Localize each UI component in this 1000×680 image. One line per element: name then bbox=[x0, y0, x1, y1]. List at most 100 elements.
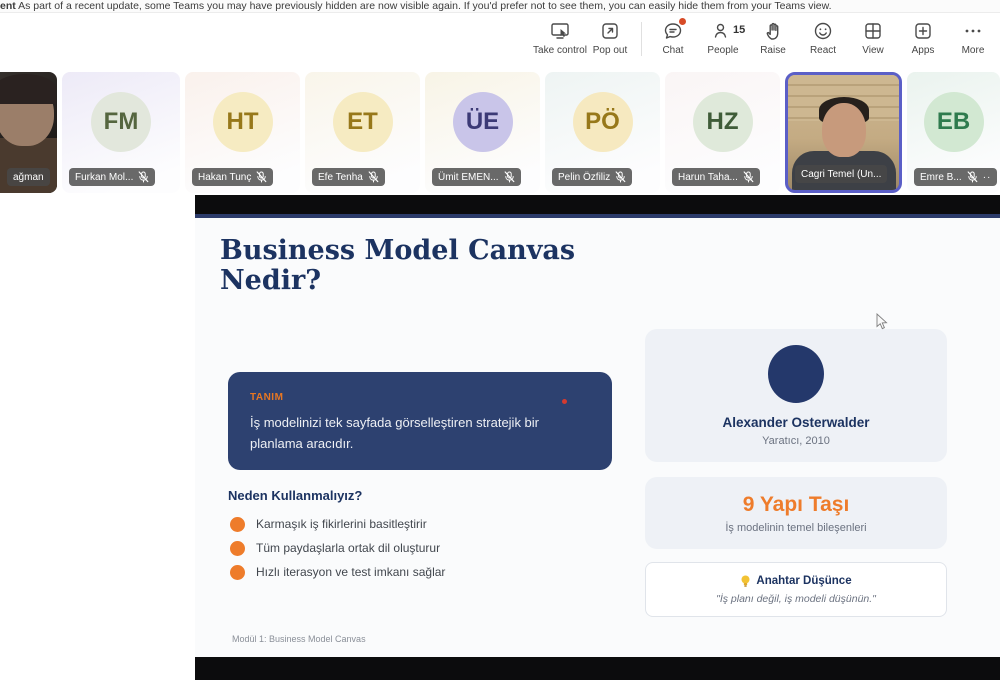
definition-label: TANIM bbox=[250, 392, 590, 403]
building-blocks-subtitle: İş modelinin temel bileşenleri bbox=[725, 522, 866, 534]
people-icon: 15 bbox=[712, 20, 734, 42]
participant-avatar: FM bbox=[91, 92, 151, 152]
participant-tile[interactable]: FM Furkan Mol... bbox=[62, 72, 180, 193]
toolbar-label: Pop out bbox=[593, 45, 627, 56]
participant-name: Hakan Tunç bbox=[198, 172, 251, 183]
raise-hand-icon bbox=[762, 20, 784, 42]
participant-name-pill: Cagri Temel (Un... bbox=[795, 165, 887, 183]
more-icon bbox=[962, 20, 984, 42]
toolbar-label: Apps bbox=[912, 45, 935, 56]
bullet-dot bbox=[230, 517, 245, 532]
raise-button[interactable]: Raise bbox=[748, 20, 798, 56]
participant-video bbox=[0, 74, 56, 104]
creator-name: Alexander Osterwalder bbox=[722, 415, 869, 430]
people-button[interactable]: 15 People bbox=[698, 20, 748, 56]
participant-avatar: HT bbox=[213, 92, 273, 152]
participant-name-pill: ağman bbox=[7, 168, 50, 186]
participant-tile[interactable]: HT Hakan Tunç bbox=[185, 72, 300, 193]
apps-icon bbox=[912, 20, 934, 42]
why-heading: Neden Kullanmalıyız? bbox=[228, 488, 362, 503]
bullet-text: Karmaşık iş fikirlerini basitleştirir bbox=[256, 517, 427, 531]
mic-off-icon bbox=[138, 171, 149, 183]
bullet-text: Hızlı iterasyon ve test imkanı sağlar bbox=[256, 565, 445, 579]
banner-prefix: ent bbox=[0, 0, 16, 12]
mic-off-icon bbox=[256, 171, 267, 183]
meeting-toolbar: Take control Pop out Chat 15 People Raise… bbox=[535, 20, 998, 70]
creator-card: Alexander Osterwalder Yaratıcı, 2010 bbox=[645, 329, 947, 462]
participant-avatar: ET bbox=[333, 92, 393, 152]
mic-off-icon bbox=[615, 171, 626, 183]
mic-off-icon bbox=[504, 171, 515, 183]
creator-avatar bbox=[768, 345, 824, 403]
participant-name: Efe Tenha bbox=[318, 172, 363, 183]
building-blocks-card: 9 Yapı Taşı İş modelinin temel bileşenle… bbox=[645, 477, 947, 549]
participant-name: ağman bbox=[13, 172, 44, 183]
lightbulb-icon bbox=[740, 575, 751, 588]
laser-pointer-dot bbox=[562, 399, 567, 404]
key-idea-title: Anahtar Düşünce bbox=[740, 575, 851, 588]
toolbar-label: React bbox=[810, 45, 836, 56]
apps-button[interactable]: Apps bbox=[898, 20, 948, 56]
participant-video bbox=[822, 103, 866, 157]
why-bullet-list: Karmaşık iş fikirlerini basitleştirir Tü… bbox=[230, 512, 445, 584]
participant-name: Harun Taha... bbox=[678, 172, 738, 183]
view-button[interactable]: View bbox=[848, 20, 898, 56]
take-control-icon bbox=[549, 20, 571, 42]
toolbar-label: More bbox=[962, 45, 985, 56]
banner-message: As part of a recent update, some Teams y… bbox=[16, 0, 832, 12]
teams-meeting-window: ent As part of a recent update, some Tea… bbox=[0, 0, 1000, 680]
toolbar-label: Raise bbox=[760, 45, 786, 56]
participant-name-pill: Efe Tenha bbox=[312, 168, 385, 186]
shared-screen-region[interactable]: Business Model Canvas Nedir? TANIM İş mo… bbox=[195, 195, 1000, 680]
participant-tile[interactable]: ET Efe Tenha bbox=[305, 72, 420, 193]
mic-off-icon bbox=[967, 171, 978, 183]
slide-footer: Modül 1: Business Model Canvas bbox=[232, 634, 366, 644]
presentation-slide: Business Model Canvas Nedir? TANIM İş mo… bbox=[195, 222, 1000, 657]
react-button[interactable]: React bbox=[798, 20, 848, 56]
shared-screen-bottom-bar bbox=[195, 657, 1000, 680]
bullet-dot bbox=[230, 541, 245, 556]
chat-button[interactable]: Chat bbox=[648, 20, 698, 56]
participant-name: Furkan Mol... bbox=[75, 172, 133, 183]
more-button[interactable]: More bbox=[948, 20, 998, 56]
mouse-cursor bbox=[876, 313, 888, 330]
participant-name-pill: Hakan Tunç bbox=[192, 168, 273, 186]
participant-tile[interactable]: Cagri Temel (Un... bbox=[785, 72, 902, 193]
slide-title: Business Model Canvas Nedir? bbox=[220, 236, 640, 296]
participant-tile[interactable]: ÜE Ümit EMEN... bbox=[425, 72, 540, 193]
participant-tile[interactable]: HZ Harun Taha... bbox=[665, 72, 780, 193]
participant-strip: ağman FM Furkan Mol... HT Hakan Tunç ET bbox=[0, 72, 1000, 193]
react-icon bbox=[812, 20, 834, 42]
take-control-button[interactable]: Take control bbox=[535, 20, 585, 56]
participant-name-pill: Pelin Özfiliz bbox=[552, 168, 632, 186]
participant-avatar: EB bbox=[924, 92, 984, 152]
more-indicator: ·· bbox=[983, 172, 992, 183]
why-bullet-row: Hızlı iterasyon ve test imkanı sağlar bbox=[230, 560, 445, 584]
toolbar-label: Chat bbox=[662, 45, 683, 56]
participant-avatar: HZ bbox=[693, 92, 753, 152]
key-idea-label: Anahtar Düşünce bbox=[756, 575, 851, 587]
participant-tile[interactable]: EB Emre B... ·· bbox=[907, 72, 1000, 193]
participant-tile[interactable]: PÖ Pelin Özfiliz bbox=[545, 72, 660, 193]
chat-icon bbox=[662, 20, 684, 42]
participant-tile[interactable]: ağman bbox=[0, 72, 57, 193]
pop-out-icon bbox=[599, 20, 621, 42]
participant-name-pill: Harun Taha... bbox=[672, 168, 760, 186]
participant-avatar: ÜE bbox=[453, 92, 513, 152]
participant-name: Ümit EMEN... bbox=[438, 172, 499, 183]
toolbar-divider bbox=[641, 22, 642, 56]
slide-title-line2: Nedir? bbox=[220, 265, 321, 296]
why-bullet-row: Karmaşık iş fikirlerini basitleştirir bbox=[230, 512, 445, 536]
slide-title-line1: Business Model Canvas bbox=[220, 235, 575, 266]
toolbar-label: People bbox=[707, 45, 738, 56]
definition-text: İş modelinizi tek sayfada görselleştiren… bbox=[250, 412, 590, 455]
chat-notification-dot bbox=[679, 18, 686, 25]
participant-name-pill: Furkan Mol... bbox=[69, 168, 155, 186]
toolbar-label: View bbox=[862, 45, 884, 56]
view-icon bbox=[862, 20, 884, 42]
participant-name-pill: Ümit EMEN... bbox=[432, 168, 521, 186]
pop-out-button[interactable]: Pop out bbox=[585, 20, 635, 56]
participant-name: Pelin Özfiliz bbox=[558, 172, 610, 183]
notification-banner: ent As part of a recent update, some Tea… bbox=[0, 0, 1000, 13]
key-idea-quote: "İş planı değil, iş modeli düşünün." bbox=[716, 593, 876, 605]
